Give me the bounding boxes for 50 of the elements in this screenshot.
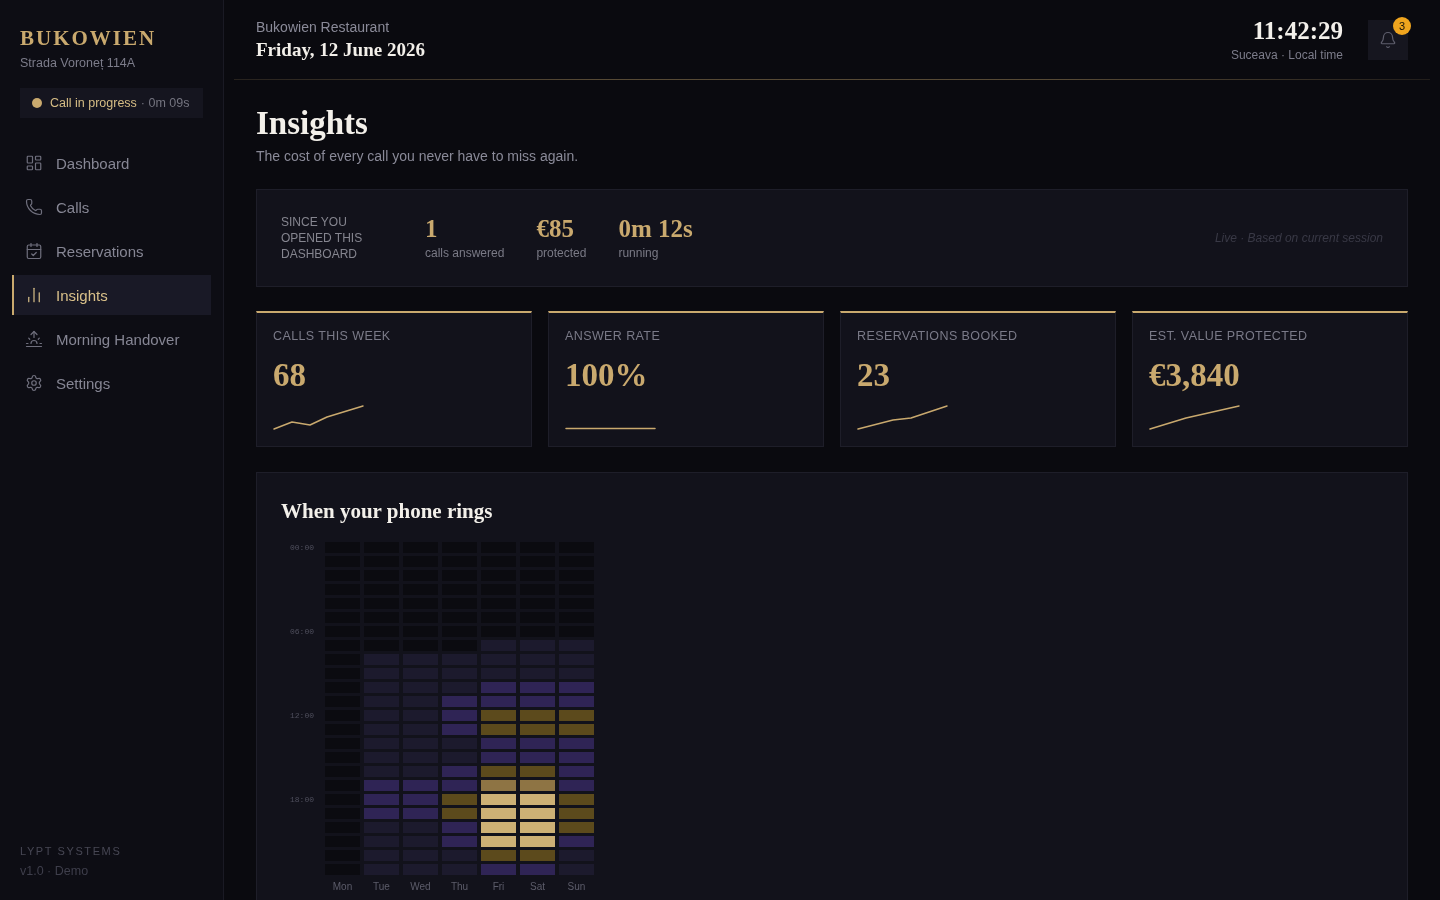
bar-chart-icon — [25, 286, 43, 304]
day-label: Sat — [530, 881, 545, 893]
day-label: Mon — [332, 881, 353, 893]
nav-item[interactable]: Settings — [12, 363, 211, 403]
nav-item[interactable]: Dashboard — [12, 143, 211, 183]
nav-item[interactable]: Morning Handover — [12, 319, 211, 359]
brand-logo: BUKOWIEN — [20, 26, 157, 50]
page-subtitle: The cost of every call you never have to miss again. — [256, 147, 579, 166]
stat-value: 1 — [425, 215, 438, 243]
clock-location: Suceava · Local time — [1230, 47, 1343, 63]
call-status-label: Call in progress — [50, 96, 137, 110]
day-label: Thu — [450, 881, 469, 893]
stat-label: protected — [536, 245, 587, 261]
stat-value: €85 — [536, 215, 574, 243]
day-label: Tue — [373, 881, 390, 893]
kpi-value: €3,840 — [1149, 357, 1240, 393]
nav-item[interactable]: Reservations — [12, 231, 211, 271]
company-name: LYPT SYSTEMS — [20, 844, 122, 858]
kpi-value: 23 — [857, 357, 890, 393]
notification-count: 3 — [1393, 17, 1411, 35]
bell-icon — [1379, 31, 1397, 49]
kpi-value: 100% — [565, 357, 648, 393]
notifications-button[interactable]: 3 — [1368, 20, 1408, 60]
day-label: Sun — [567, 881, 586, 893]
call-duration: · 0m 09s — [140, 96, 190, 110]
calendar-check-icon — [25, 242, 43, 260]
day-label: Wed — [410, 881, 431, 893]
current-date: Friday, 12 June 2026 — [256, 38, 425, 62]
sunrise-icon — [25, 330, 43, 348]
kpi-label: EST. VALUE PROTECTED — [1149, 328, 1308, 344]
settings-icon — [25, 374, 43, 392]
kpi-value: 68 — [273, 357, 306, 393]
clock-time: 11:42:29 — [1252, 17, 1343, 45]
kpi-label: ANSWER RATE — [565, 328, 661, 344]
stat-label: running — [618, 245, 659, 261]
day-label: Fri — [492, 881, 505, 893]
summary-caption: SINCE YOU OPENED THIS DASHBOARD — [281, 214, 364, 262]
restaurant-name: Bukowien Restaurant — [256, 18, 390, 36]
nav-item[interactable]: Insights — [12, 275, 211, 315]
stat-value: 0m 12s — [618, 215, 693, 243]
status-dot-icon — [32, 98, 42, 108]
kpi-label: RESERVATIONS BOOKED — [857, 328, 1018, 344]
stat-label: calls answered — [425, 245, 505, 261]
kpi-label: CALLS THIS WEEK — [273, 328, 391, 344]
grid-icon — [25, 154, 43, 172]
panel-title: When your phone rings — [281, 498, 493, 524]
nav-item[interactable]: Calls — [12, 187, 211, 227]
page-title: Insights — [256, 104, 368, 142]
phone-icon — [25, 198, 43, 216]
restaurant-address: Strada Voroneț 114A — [20, 55, 136, 71]
